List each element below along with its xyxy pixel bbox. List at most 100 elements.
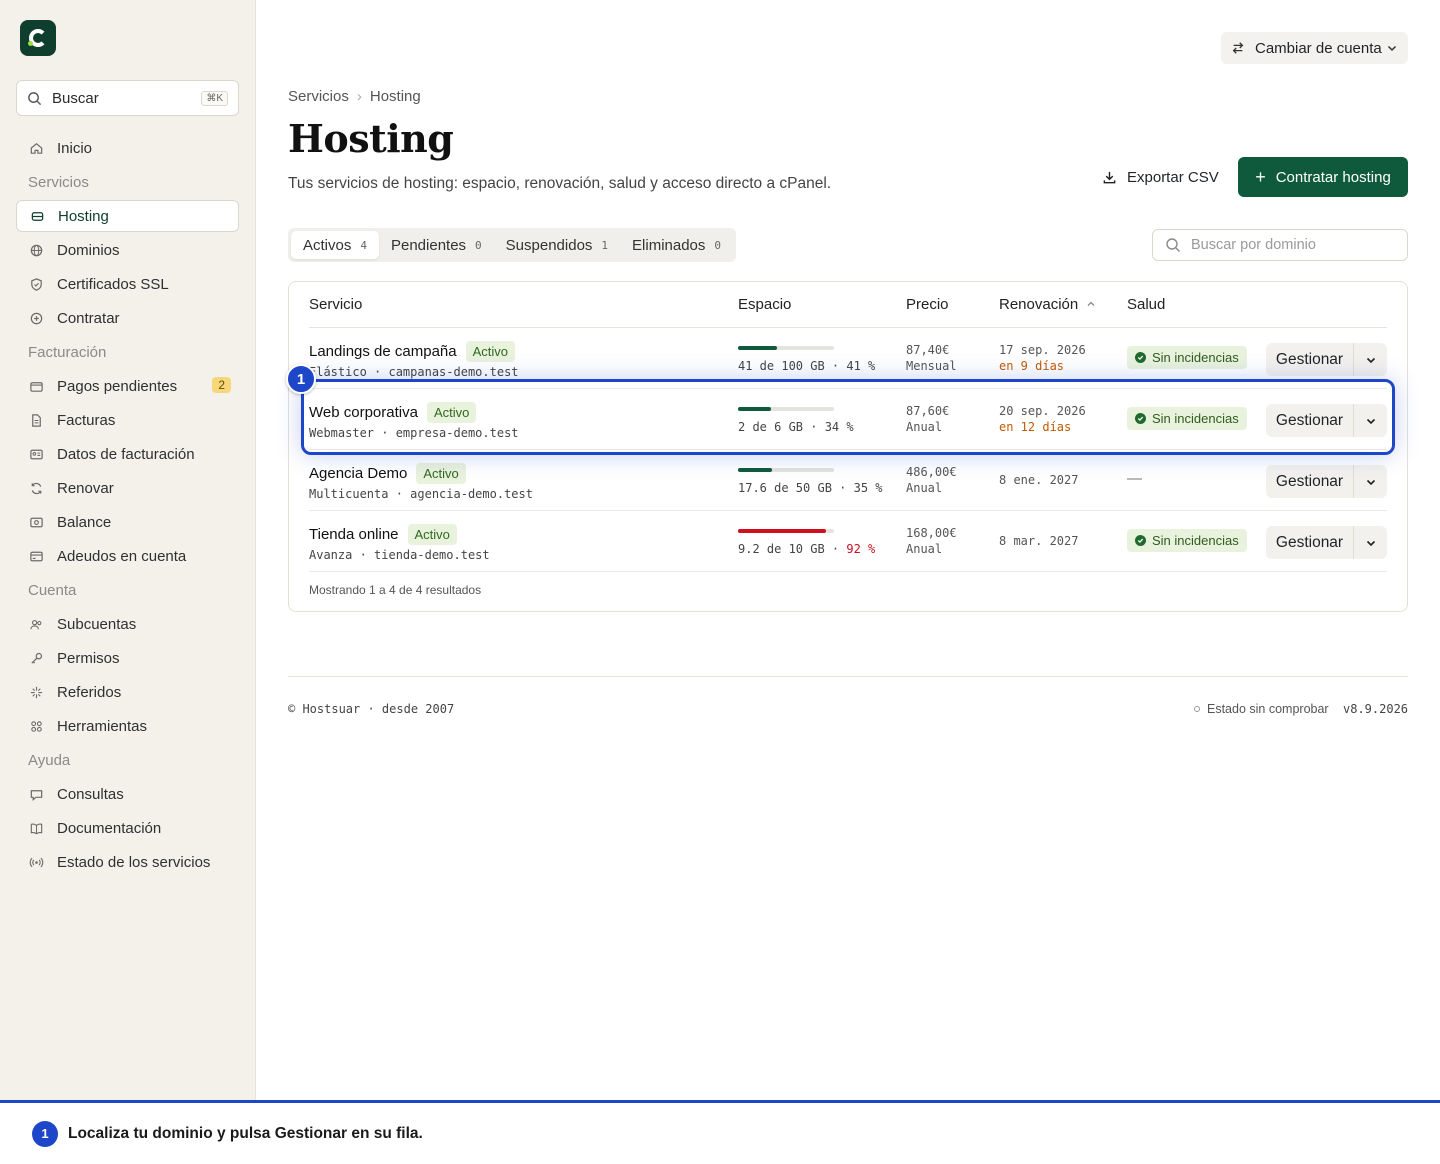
sort-asc-icon <box>1087 301 1095 306</box>
usage-bar <box>738 407 834 411</box>
file-icon <box>28 412 44 428</box>
price: 486,00€ <box>906 465 957 479</box>
tab-suspendidos[interactable]: Suspendidos 1 <box>494 231 620 259</box>
sidebar-item-renovar[interactable]: Renovar <box>16 472 239 504</box>
sidebar-item-subcuentas[interactable]: Subcuentas <box>16 608 239 640</box>
service-name[interactable]: Tienda online <box>309 526 399 543</box>
tab-count: 1 <box>601 238 609 252</box>
tab-eliminados[interactable]: Eliminados 0 <box>620 231 733 259</box>
sidebar-item-inicio[interactable]: Inicio <box>16 132 239 164</box>
renewal-date: 20 sep. 2026 <box>999 404 1086 418</box>
sidebar-item-label: Dominios <box>57 241 120 259</box>
sidebar-item-label: Documentación <box>57 819 162 837</box>
manage-dropdown-button[interactable] <box>1354 526 1387 559</box>
manage-button-group: Gestionar <box>1266 343 1387 376</box>
service-subtitle: Multicuenta · agencia-demo.test <box>309 487 533 501</box>
chevron-down-icon <box>1366 479 1375 485</box>
chevron-down-icon <box>1366 540 1375 546</box>
col-espacio[interactable]: Espacio <box>738 296 791 313</box>
manage-button-group: Gestionar <box>1266 465 1387 498</box>
space-amount: 9.2 de 10 GB · <box>738 542 847 556</box>
manage-dropdown-button[interactable] <box>1354 343 1387 376</box>
check-circle-icon <box>1135 352 1146 363</box>
manage-dropdown-button[interactable] <box>1354 465 1387 498</box>
sidebar-item-label: Adeudos en cuenta <box>57 547 187 565</box>
sidebar-item-pagos-pendientes[interactable]: Pagos pendientes 2 <box>16 370 239 402</box>
sidebar-item-hosting[interactable]: Hosting <box>16 200 239 232</box>
usage-bar-fill <box>738 407 771 411</box>
usage-bar-fill <box>738 529 827 533</box>
logo[interactable] <box>20 20 56 56</box>
health-label: Sin incidencias <box>1152 350 1239 365</box>
col-salud[interactable]: Salud <box>1127 296 1165 313</box>
tab-count: 0 <box>714 238 722 252</box>
sidebar-search[interactable]: Buscar ⌘K <box>16 80 239 116</box>
nav-section-cuenta: Cuenta <box>28 581 77 599</box>
search-icon <box>1166 238 1180 252</box>
export-csv-button[interactable]: Exportar CSV <box>1090 160 1231 194</box>
tab-count: 0 <box>475 238 482 252</box>
service-name[interactable]: Web corporativa <box>309 404 418 421</box>
sidebar-item-dominios[interactable]: Dominios <box>16 234 239 266</box>
nav-section-ayuda: Ayuda <box>28 751 71 769</box>
space-usage: 41 de 100 GB · 41 % <box>738 359 875 373</box>
service-name[interactable]: Landings de campaña <box>309 343 457 360</box>
renewal-countdown: en 12 días <box>999 420 1072 434</box>
sidebar-item-documentacion[interactable]: Documentación <box>16 812 239 844</box>
tour-step-number: 1 <box>32 1120 58 1147</box>
tour-bar: 1 Localiza tu dominio y pulsa Gestionar … <box>0 1100 1440 1164</box>
sidebar-item-datos-de-facturacion[interactable]: Datos de facturación <box>16 438 239 470</box>
book-icon <box>28 820 44 836</box>
sidebar-item-certificados-ssl[interactable]: Certificados SSL <box>16 268 239 300</box>
health-badge: Sin incidencias <box>1127 346 1247 369</box>
chat-icon <box>28 786 44 802</box>
status-ring-icon <box>1194 706 1200 712</box>
sidebar-item-adeudos-en-cuenta[interactable]: Adeudos en cuenta <box>16 540 239 572</box>
sidebar-item-label: Herramientas <box>57 717 148 735</box>
breadcrumb-servicios[interactable]: Servicios <box>288 88 349 105</box>
table-row: Landings de campaña Activo Elástico · camp… <box>309 328 1387 389</box>
col-renovacion[interactable]: Renovación <box>999 296 1096 313</box>
sidebar-item-consultas[interactable]: Consultas <box>16 778 239 810</box>
tab-count: 4 <box>360 238 367 252</box>
manage-dropdown-button[interactable] <box>1354 404 1387 437</box>
tab-activos[interactable]: Activos 4 <box>291 231 379 259</box>
domain-search-input[interactable] <box>1191 237 1391 253</box>
switch-account-button[interactable]: Cambiar de cuenta <box>1221 32 1408 64</box>
sidebar-item-herramientas[interactable]: Herramientas <box>16 710 239 742</box>
contratar-hosting-label: Contratar hosting <box>1275 168 1391 186</box>
manage-button[interactable]: Gestionar <box>1266 465 1354 498</box>
sidebar-item-label: Hosting <box>58 207 109 225</box>
service-status-label: Estado sin comprobar <box>1207 702 1329 716</box>
sidebar-item-balance[interactable]: Balance <box>16 506 239 538</box>
col-servicio[interactable]: Servicio <box>309 296 362 313</box>
sidebar-item-label: Datos de facturación <box>57 445 195 463</box>
sidebar-item-permisos[interactable]: Permisos <box>16 642 239 674</box>
check-circle-icon <box>1135 413 1146 424</box>
sidebar-item-referidos[interactable]: Referidos <box>16 676 239 708</box>
sidebar-item-label: Renovar <box>57 479 114 497</box>
export-csv-label: Exportar CSV <box>1127 168 1219 186</box>
service-name[interactable]: Agencia Demo <box>309 465 407 482</box>
sidebar-item-contratar[interactable]: Contratar <box>16 302 239 334</box>
space-amount: 41 de 100 GB · <box>738 359 847 373</box>
space-percent: 35 % <box>853 481 883 495</box>
space-amount: 17.6 de 50 GB · <box>738 481 854 495</box>
col-precio[interactable]: Precio <box>906 296 949 313</box>
manage-button[interactable]: Gestionar <box>1266 343 1354 376</box>
manage-button[interactable]: Gestionar <box>1266 404 1354 437</box>
manage-button[interactable]: Gestionar <box>1266 526 1354 559</box>
usage-bar-fill <box>738 346 778 350</box>
page-title: Hosting <box>288 116 454 161</box>
domain-search[interactable] <box>1152 229 1408 261</box>
billing-period: Anual <box>906 481 943 495</box>
tab-pendientes[interactable]: Pendientes 0 <box>379 231 494 259</box>
service-status[interactable]: Estado sin comprobar <box>1194 702 1329 716</box>
sidebar-item-estado-de-los-servicios[interactable]: Estado de los servicios <box>16 846 239 878</box>
chevron-down-icon <box>1366 357 1375 363</box>
sidebar-item-facturas[interactable]: Facturas <box>16 404 239 436</box>
service-subtitle: Avanza · tienda-demo.test <box>309 548 490 562</box>
contratar-hosting-button[interactable]: + Contratar hosting <box>1238 157 1408 197</box>
chevron-down-icon <box>1387 45 1397 52</box>
plus-circle-icon <box>28 310 44 326</box>
